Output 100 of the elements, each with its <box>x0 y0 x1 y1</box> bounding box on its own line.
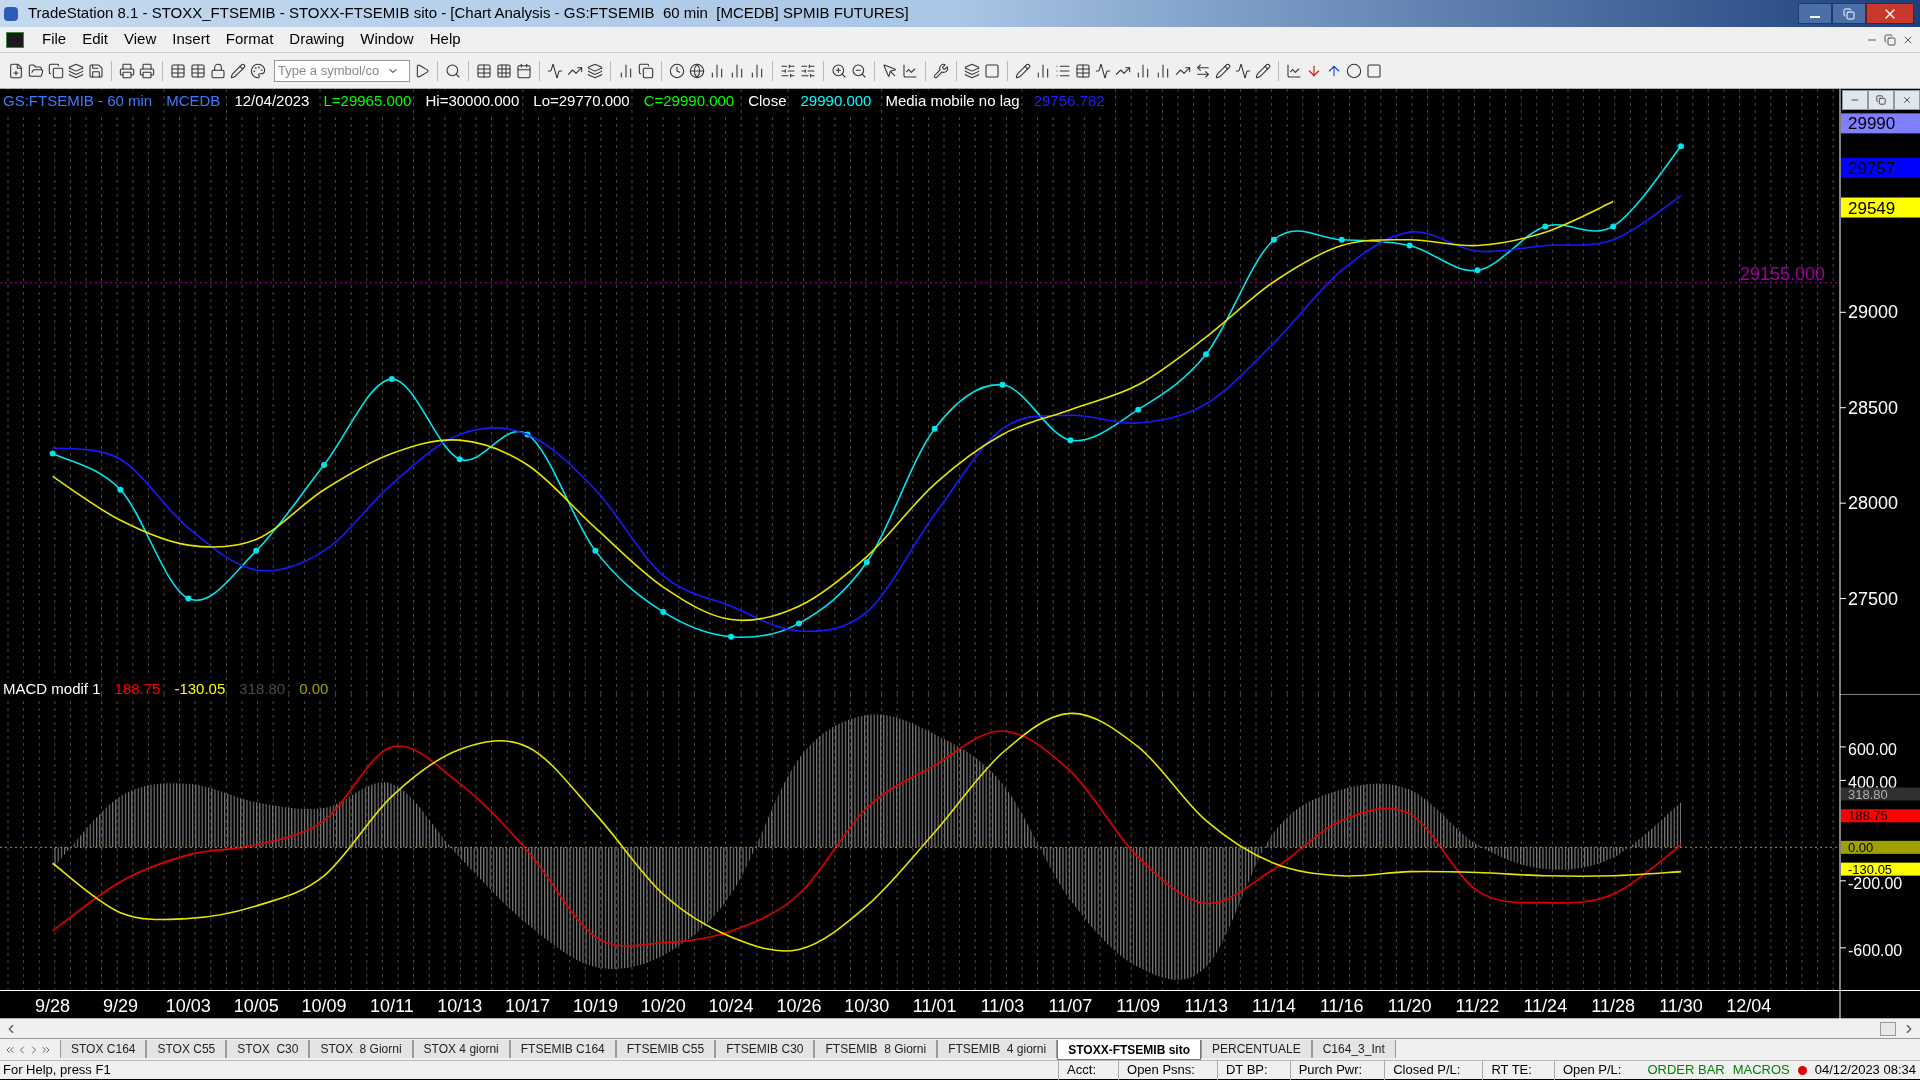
sheet-tab[interactable]: STOX 4 giorni <box>412 1040 510 1058</box>
sheet-tab[interactable]: FTSEMIB C55 <box>615 1040 716 1058</box>
activity-icon[interactable] <box>1095 62 1111 79</box>
table-icon[interactable] <box>476 62 492 79</box>
sheet-tab[interactable]: STOXX-FTSEMIB sito <box>1057 1040 1201 1060</box>
zoom-out-icon[interactable] <box>851 62 867 79</box>
line-chart-icon[interactable] <box>1286 62 1302 79</box>
zoom-in-icon[interactable] <box>831 62 847 79</box>
printer-icon[interactable] <box>119 62 135 79</box>
sliders-icon[interactable] <box>780 62 796 79</box>
price-point <box>117 486 124 493</box>
close-button[interactable] <box>1894 90 1920 110</box>
pencil-icon[interactable] <box>230 62 246 79</box>
bar-chart-icon[interactable] <box>1035 62 1051 79</box>
activity-icon[interactable] <box>1235 62 1251 79</box>
pencil-icon[interactable] <box>1215 62 1231 79</box>
axis-label: 11/09 <box>1116 996 1161 1016</box>
bar-chart-icon[interactable] <box>1135 62 1151 79</box>
sheet-tab[interactable]: STOX C55 <box>146 1040 227 1058</box>
layers-icon[interactable] <box>587 62 603 79</box>
sheet-tab[interactable]: FTSEMIB 4 giorni <box>937 1040 1058 1058</box>
sheet-tab[interactable]: FTSEMIB C30 <box>715 1040 815 1058</box>
bar-chart-icon[interactable] <box>749 62 765 79</box>
price-point <box>795 620 802 627</box>
status-indicator: MACROS <box>1731 1061 1791 1080</box>
menu-item[interactable]: Window <box>352 28 422 51</box>
restore-icon[interactable] <box>1884 33 1896 46</box>
price-point <box>1678 143 1684 150</box>
tab-scroll-icon[interactable] <box>4 1044 16 1056</box>
sheet-tab[interactable]: STOX C30 <box>226 1040 310 1058</box>
printer-icon[interactable] <box>139 62 155 79</box>
pencil-icon[interactable] <box>1255 62 1271 79</box>
sheet-tab[interactable]: FTSEMIB C164 <box>509 1040 616 1058</box>
search-icon[interactable] <box>445 62 461 79</box>
menu-item[interactable]: Edit <box>74 28 117 51</box>
bar-chart-icon[interactable] <box>618 62 634 79</box>
tab-scroll-icon[interactable] <box>40 1044 52 1056</box>
arrows-icon[interactable] <box>1195 62 1211 79</box>
folder-icon[interactable] <box>28 62 44 79</box>
menu-item[interactable]: Format <box>217 28 282 51</box>
line-chart-icon[interactable] <box>902 62 918 79</box>
menu-item[interactable]: Help <box>421 28 469 51</box>
axis-label: -600.00 <box>1848 941 1903 959</box>
save-icon[interactable] <box>88 62 104 79</box>
close-button[interactable] <box>1866 3 1914 24</box>
menu-item[interactable]: File <box>34 28 75 51</box>
price-point <box>660 608 667 615</box>
minimize-button[interactable] <box>1798 3 1832 24</box>
layers-icon[interactable] <box>964 62 980 79</box>
price-point <box>49 450 56 457</box>
axis-label: 10/05 <box>233 996 279 1016</box>
menu-item[interactable]: Insert <box>164 28 218 51</box>
restore-button[interactable] <box>1868 90 1894 110</box>
table-icon[interactable] <box>170 62 186 79</box>
sheet-tab[interactable]: STOX C164 <box>60 1040 147 1058</box>
symbol-field[interactable]: Type a symbol/co <box>274 59 410 82</box>
bar-chart-icon[interactable] <box>729 62 745 79</box>
menu-item[interactable]: Drawing <box>281 28 353 51</box>
bar-chart-icon[interactable] <box>709 62 725 79</box>
price-point <box>592 547 599 554</box>
horizontal-scrollbar[interactable] <box>0 1018 1920 1038</box>
pencil-icon[interactable] <box>1015 62 1031 79</box>
clock-icon[interactable] <box>669 62 685 79</box>
legend-label: 29990.000 <box>800 90 872 113</box>
axis-label: 11/24 <box>1523 996 1568 1016</box>
new-file-icon[interactable] <box>8 62 24 79</box>
sliders-icon[interactable] <box>800 62 816 79</box>
layers-icon[interactable] <box>68 62 84 79</box>
table-icon[interactable] <box>1075 62 1091 79</box>
play-icon[interactable] <box>414 62 430 79</box>
axis-label: 11/30 <box>1659 996 1703 1016</box>
maximize-button[interactable] <box>1832 3 1866 24</box>
activity-icon[interactable] <box>547 62 563 79</box>
legend-label: C=29990.000 <box>643 90 735 113</box>
axis-label: 10/24 <box>708 996 754 1016</box>
grid-icon[interactable] <box>496 62 512 79</box>
wrench-icon[interactable] <box>933 62 949 79</box>
copy-icon[interactable] <box>48 62 64 79</box>
price-point <box>253 547 260 554</box>
sheet-tab[interactable]: STOX 8 Giorni <box>309 1040 413 1058</box>
table-icon[interactable] <box>190 62 206 79</box>
axis-label: 27500 <box>1848 588 1899 609</box>
axis-label: 10/17 <box>505 996 551 1016</box>
sheet-tab[interactable]: C164_3_Int <box>1311 1040 1396 1058</box>
sheet-tab[interactable]: PERCENTUALE <box>1201 1040 1312 1058</box>
pointer-icon[interactable] <box>882 62 898 79</box>
circle-icon[interactable] <box>1346 62 1362 79</box>
sheet-tab[interactable]: FTSEMIB 8 Giorni <box>814 1040 938 1058</box>
bar-chart-icon[interactable] <box>1155 62 1171 79</box>
copy-icon[interactable] <box>638 62 654 79</box>
legend-label: 29756.782 <box>1033 90 1105 113</box>
indicator-badge: 0.00 <box>1841 840 1920 856</box>
price-point <box>1406 242 1413 249</box>
scroll-thumb[interactable] <box>1880 1021 1896 1036</box>
calendar-icon[interactable] <box>516 62 532 79</box>
axis-label: 11/13 <box>1184 996 1228 1016</box>
palette-icon[interactable] <box>250 62 266 79</box>
globe-icon[interactable] <box>689 62 705 79</box>
lock-icon[interactable] <box>210 62 226 79</box>
menu-item[interactable]: View <box>116 28 165 51</box>
